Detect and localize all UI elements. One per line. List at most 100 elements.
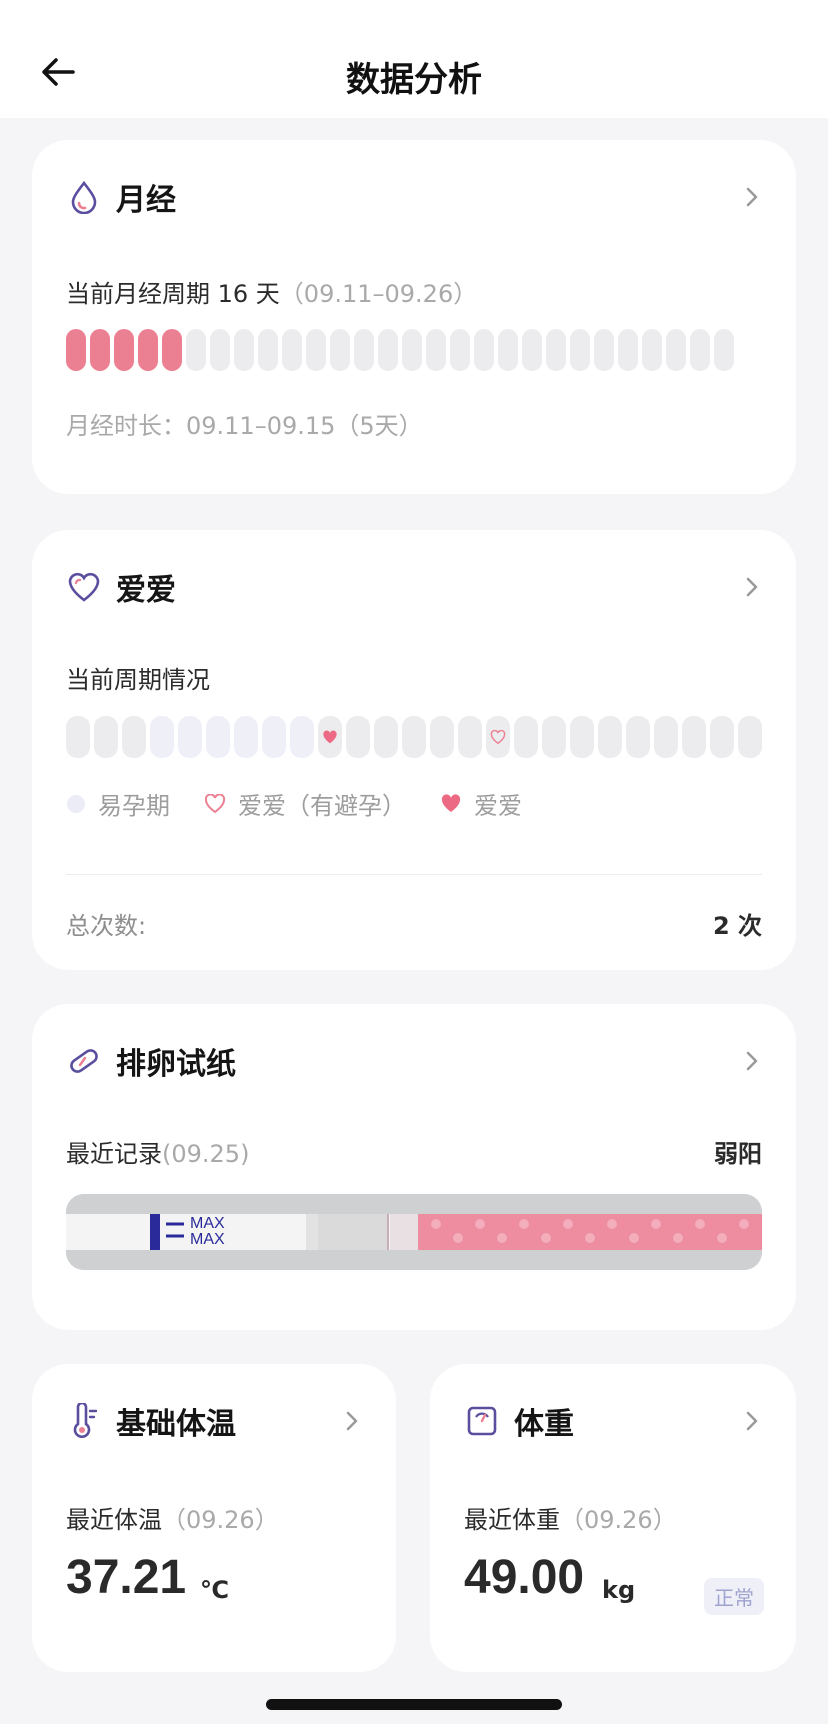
thermometer-icon	[66, 1403, 102, 1439]
legend-protected: 爱爱（有避孕）	[204, 786, 406, 821]
test-strip-photo[interactable]: MAX MAX	[66, 1194, 762, 1270]
cycle-day-cell	[542, 716, 566, 758]
cycle-day-cell	[598, 716, 622, 758]
cycle-day-cell	[186, 329, 206, 371]
ovulation-card[interactable]: 排卵试纸 最近记录(09.25) 弱阳 MAX MAX	[32, 1004, 796, 1330]
total-count-value: 2 次	[712, 912, 762, 940]
cycle-day-cell	[666, 329, 686, 371]
recent-weight-label: 最近体重	[464, 1506, 560, 1534]
cycle-day-cell	[426, 329, 446, 371]
cycle-day-cell	[66, 716, 90, 758]
cycle-day-cell	[498, 329, 518, 371]
cycle-day-cell	[618, 329, 638, 371]
cycle-day-cell	[738, 716, 762, 758]
test-strip-image: MAX MAX	[66, 1194, 762, 1270]
cycle-day-cell	[626, 716, 650, 758]
cycle-day-cell	[450, 329, 470, 371]
weight-value: 49.00	[464, 1551, 585, 1604]
fertile-day-cell	[178, 716, 202, 758]
heart-outline-icon	[204, 793, 226, 813]
cycle-day-cell	[690, 329, 710, 371]
recent-record-date: (09.25)	[162, 1140, 250, 1168]
legend-fertile-label: 易孕期	[98, 792, 170, 820]
chevron-right-icon[interactable]	[338, 1407, 366, 1435]
cycle-day-cell	[654, 716, 678, 758]
divider	[66, 874, 762, 875]
scale-icon	[464, 1403, 500, 1439]
cycle-day-cell	[402, 716, 426, 758]
chevron-right-icon[interactable]	[738, 573, 766, 601]
cycle-day-cell	[378, 329, 398, 371]
period-day-cell	[162, 329, 182, 371]
cycle-range: （09.11–09.26）	[279, 280, 478, 308]
love-cell-strip	[66, 716, 766, 758]
protected-love-day-cell	[486, 716, 510, 758]
weight-card[interactable]: 体重 最近体重（09.26） 49.00 kg 正常	[430, 1364, 796, 1672]
cycle-day-cell	[330, 329, 350, 371]
cycle-day-cell	[402, 329, 422, 371]
legend-fertile: 易孕期	[66, 786, 170, 821]
period-cell-strip	[66, 329, 738, 371]
period-duration: 月经时长：09.11–09.15（5天）	[66, 412, 423, 440]
cycle-day-cell	[374, 716, 398, 758]
love-card[interactable]: 爱爱 当前周期情况 易孕期 爱爱（有避孕） 爱爱 总次数: 2 次	[32, 530, 796, 970]
page-title: 数据分析	[346, 60, 482, 100]
ovulation-title: 排卵试纸	[116, 1047, 236, 1082]
cycle-day-cell	[570, 329, 590, 371]
weight-status-badge: 正常	[704, 1578, 764, 1615]
love-title: 爱爱	[116, 573, 176, 608]
cycle-day-cell	[354, 329, 374, 371]
cycle-day-cell	[514, 716, 538, 758]
strip-text-1: MAX	[190, 1215, 225, 1232]
recent-temp-date: （09.26）	[162, 1506, 279, 1534]
cycle-day-cell	[474, 329, 494, 371]
legend-love-label: 爱爱	[474, 792, 522, 820]
chevron-right-icon[interactable]	[738, 183, 766, 211]
temperature-value: 37.21	[66, 1551, 187, 1604]
heart-icon	[66, 569, 102, 605]
chevron-right-icon[interactable]	[738, 1407, 766, 1435]
cycle-summary: 当前月经周期 16 天（09.11–09.26）	[66, 274, 477, 309]
cycle-day-cell	[258, 329, 278, 371]
fertile-day-cell	[290, 716, 314, 758]
recent-temp: 最近体温（09.26）	[66, 1500, 279, 1535]
weight-unit: kg	[602, 1576, 636, 1604]
fertile-day-cell	[150, 716, 174, 758]
legend-protected-label: 爱爱（有避孕）	[238, 792, 406, 820]
fertile-day-cell	[262, 716, 286, 758]
ovulation-result: 弱阳	[714, 1140, 762, 1168]
recent-temp-label: 最近体温	[66, 1506, 162, 1534]
period-day-cell	[114, 329, 134, 371]
period-title: 月经	[116, 183, 176, 218]
fertile-day-cell	[206, 716, 230, 758]
chevron-right-icon[interactable]	[738, 1047, 766, 1075]
temperature-title: 基础体温	[116, 1407, 236, 1442]
heart-filled-icon	[441, 793, 461, 812]
home-indicator	[266, 1699, 562, 1710]
fertile-dot-icon	[67, 794, 85, 813]
cycle-day-cell	[346, 716, 370, 758]
temperature-card[interactable]: 基础体温 最近体温（09.26） 37.21 ℃	[32, 1364, 396, 1672]
cycle-day-cell	[546, 329, 566, 371]
temperature-unit: ℃	[200, 1576, 230, 1604]
recent-record: 最近记录(09.25)	[66, 1134, 249, 1169]
legend-love: 爱爱	[440, 786, 522, 821]
cycle-status-label: 当前周期情况	[66, 666, 210, 694]
nav-bar: 数据分析	[0, 0, 828, 118]
cycle-day-cell	[458, 716, 482, 758]
cycle-day-cell	[710, 716, 734, 758]
cycle-day-cell	[94, 716, 118, 758]
cycle-day-cell	[210, 329, 230, 371]
recent-record-label: 最近记录	[66, 1140, 162, 1168]
strip-text-2: MAX	[190, 1231, 225, 1248]
weight-title: 体重	[514, 1407, 574, 1442]
cycle-day-cell	[682, 716, 706, 758]
test-strip-icon	[66, 1043, 102, 1079]
cycle-day-cell	[522, 329, 542, 371]
recent-weight-date: （09.26）	[560, 1506, 677, 1534]
love-day-cell	[318, 716, 342, 758]
cycle-day-cell	[642, 329, 662, 371]
period-day-cell	[138, 329, 158, 371]
period-card[interactable]: 月经 当前月经周期 16 天（09.11–09.26） 月经时长：09.11–0…	[32, 140, 796, 494]
cycle-day-cell	[594, 329, 614, 371]
